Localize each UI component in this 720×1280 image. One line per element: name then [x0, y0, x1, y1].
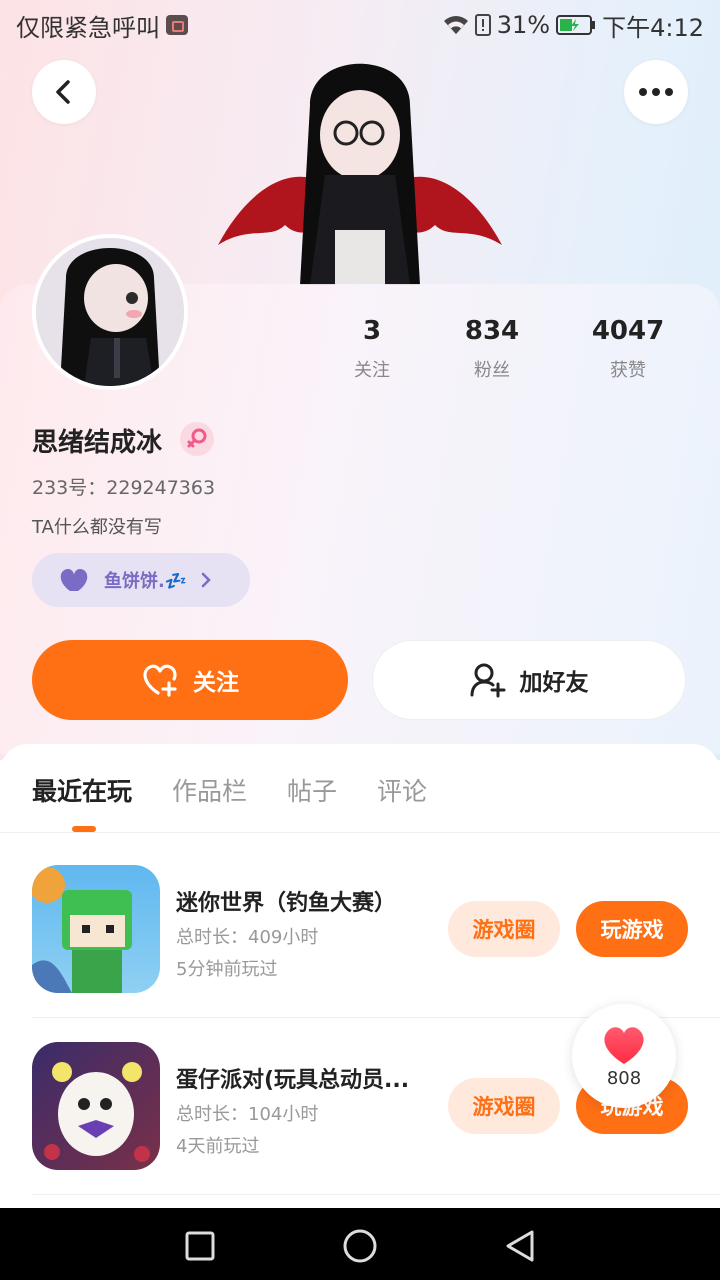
user-bio: TA什么都没有写 [32, 517, 162, 538]
game-circle-button[interactable]: 游戏圈 [448, 1078, 560, 1134]
play-game-button[interactable]: 玩游戏 [576, 901, 688, 957]
user-plus-icon [470, 663, 505, 698]
status-bar: 仅限紧急呼叫 31% 下午4:12 [0, 0, 720, 50]
recent-apps-button[interactable] [180, 1226, 220, 1266]
user-id: 233号：229247363 [32, 477, 216, 499]
couple-heart-icon [60, 569, 88, 591]
stat-followers[interactable]: 834 粉丝 [424, 316, 560, 382]
game-title: 迷你世界（钓鱼大赛） [176, 891, 397, 916]
wifi-icon [443, 15, 469, 35]
battery-percent: 31% [496, 11, 551, 39]
system-nav-bar [0, 1208, 720, 1280]
back-button[interactable] [32, 60, 96, 124]
avatar[interactable] [32, 234, 188, 390]
stat-likes[interactable]: 4047 获赞 [560, 316, 696, 382]
tab-recent-played[interactable]: 最近在玩 [32, 772, 132, 808]
stat-value: 4047 [591, 316, 665, 346]
stat-label: 粉丝 [474, 360, 510, 381]
screen-record-icon [166, 15, 188, 35]
add-friend-label: 加好友 [519, 670, 589, 696]
game-last-played: 5分钟前玩过 [176, 959, 278, 980]
game-duration: 总时长：409小时 [176, 927, 319, 948]
battery-icon [556, 14, 596, 36]
more-options-button[interactable] [624, 60, 688, 124]
like-button[interactable]: 808 [572, 1004, 676, 1108]
square-icon [185, 1231, 215, 1261]
female-icon [180, 422, 214, 456]
divider [32, 1194, 720, 1195]
username: 思绪结成冰 [32, 428, 163, 458]
follow-label: 关注 [193, 670, 239, 696]
divider [0, 832, 720, 833]
profile-stats: 3 关注 834 粉丝 4047 获赞 [320, 316, 700, 382]
game-row[interactable]: 迷你世界（钓鱼大赛） 总时长：409小时 5分钟前玩过 游戏圈 玩游戏 [0, 848, 720, 1025]
chevron-right-icon [202, 572, 212, 588]
game-icon[interactable] [32, 1042, 160, 1170]
carrier-text: 仅限紧急呼叫 [16, 13, 160, 42]
sim-alert-icon [474, 14, 491, 36]
game-circle-button[interactable]: 游戏圈 [448, 901, 560, 957]
stat-following[interactable]: 3 关注 [320, 316, 424, 382]
pet-name: 鱼饼饼.💤 [104, 571, 188, 592]
stat-label: 关注 [354, 360, 390, 381]
game-duration: 总时长：104小时 [176, 1104, 319, 1125]
chevron-left-icon [56, 80, 70, 104]
pet-chip[interactable]: 鱼饼饼.💤 [32, 553, 250, 607]
stat-value: 834 [464, 316, 520, 346]
tab-posts[interactable]: 帖子 [287, 772, 337, 808]
character-figure [210, 45, 510, 285]
more-dots-icon [639, 88, 673, 96]
game-last-played: 4天前玩过 [176, 1136, 260, 1157]
add-friend-button[interactable]: 加好友 [372, 640, 686, 720]
nav-back-button[interactable] [500, 1226, 540, 1266]
game-icon[interactable] [32, 865, 160, 993]
home-button[interactable] [340, 1226, 380, 1266]
triangle-back-icon [506, 1230, 534, 1262]
clock: 下午4:12 [602, 13, 704, 42]
heart-icon [604, 1026, 644, 1064]
tab-bar: 最近在玩 作品栏 帖子 评论 [32, 772, 427, 808]
like-count: 808 [606, 1067, 642, 1089]
tab-works[interactable]: 作品栏 [172, 772, 247, 808]
stat-label: 获赞 [610, 360, 646, 381]
game-title: 蛋仔派对(玩具总动员... [176, 1068, 410, 1093]
circle-icon [343, 1229, 377, 1263]
follow-button[interactable]: 关注 [32, 640, 348, 720]
stat-value: 3 [362, 316, 382, 346]
heart-plus-icon [143, 664, 177, 697]
tab-comments[interactable]: 评论 [377, 772, 427, 808]
